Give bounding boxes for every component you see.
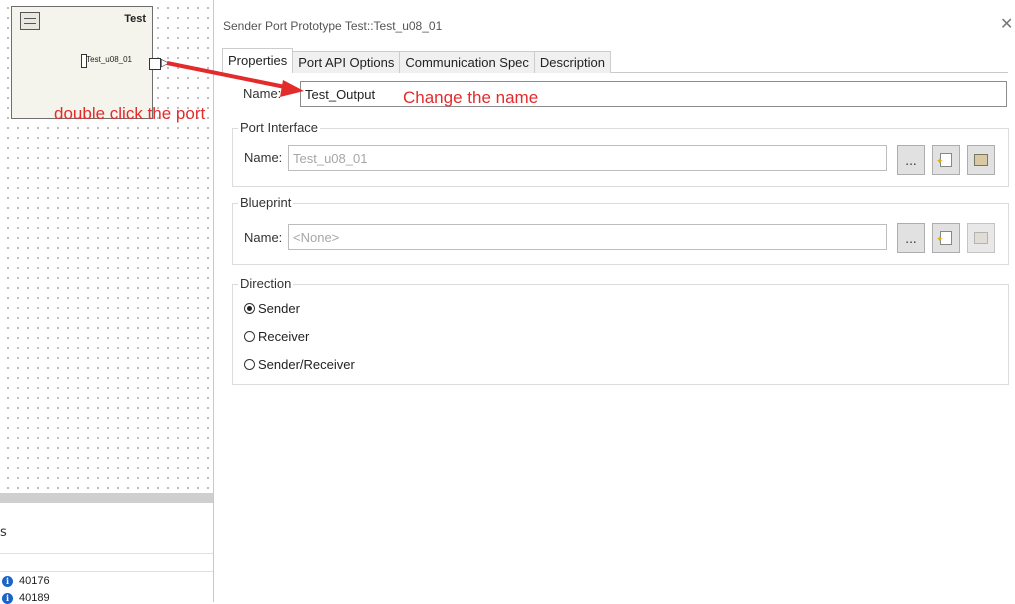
close-icon[interactable]: ✕ [1000,16,1015,32]
tab-description[interactable]: Description [533,51,611,73]
direction-group: Direction Sender Receiver Sender/Receive… [232,276,1009,385]
port-interface-title: Port Interface [238,120,321,135]
list-item[interactable]: i 40176 [2,575,50,587]
divider [0,571,213,572]
tab-communication-spec[interactable]: Communication Spec [399,51,535,73]
diagram-canvas[interactable]: Test Test_u08_01 ▷ double click the port [0,0,213,493]
radio-button[interactable] [244,303,255,314]
edit-interface-button[interactable] [967,145,995,175]
browse-blueprint-button[interactable]: ... [897,223,925,253]
list-item-value: 40176 [19,575,50,587]
tab-port-api-options[interactable]: Port API Options [292,51,401,73]
new-item-icon [936,225,952,255]
messages-panel-title: s [0,525,7,540]
component-icon [20,12,40,30]
list-item[interactable]: i 40189 [2,592,50,604]
port-direction-icon: ▷ [161,56,170,69]
new-blueprint-button[interactable] [932,223,960,255]
edit-item-icon [974,232,988,244]
annotation-double-click: double click the port [54,104,206,123]
browse-interface-button[interactable]: ... [897,145,925,175]
radio-button[interactable] [244,359,255,370]
radio-button[interactable] [244,331,255,342]
component-title: Test [124,13,146,25]
direction-title: Direction [238,276,294,291]
dialog-title: Sender Port Prototype Test::Test_u08_01 [223,19,443,33]
name-label: Name: [243,86,282,101]
list-item-value: 40189 [19,592,50,604]
blueprint-name-label: Name: [244,230,283,245]
new-interface-button[interactable] [932,145,960,177]
component-test[interactable]: Test Test_u08_01 ▷ [11,6,169,119]
dialog-titlebar: Sender Port Prototype Test::Test_u08_01 … [214,0,1015,44]
sender-port-dialog: Sender Port Prototype Test::Test_u08_01 … [213,0,1015,602]
radio-label: Sender [258,301,300,316]
radio-sender-receiver[interactable]: Sender/Receiver [244,357,355,372]
panel-splitter[interactable] [0,493,213,503]
port-test-u08-01[interactable] [149,58,161,70]
radio-label: Receiver [258,329,310,344]
messages-panel: s i 40176 i 40189 [0,503,213,604]
port-label: Test_u08_01 [86,55,132,64]
divider [0,553,213,554]
port-interface-name-label: Name: [244,150,283,165]
radio-label: Sender/Receiver [258,357,355,372]
port-interface-group: Port Interface Name: ... [232,120,1009,187]
blueprint-group: Blueprint Name: ... [232,195,1009,265]
edit-item-icon [974,154,988,166]
new-item-icon [936,147,952,177]
blueprint-title: Blueprint [238,195,294,210]
info-icon: i [2,575,13,587]
edit-blueprint-button [967,223,995,253]
radio-sender[interactable]: Sender [244,301,300,316]
tab-properties[interactable]: Properties [222,48,294,73]
tab-bar: Properties Port API Options Communicatio… [222,48,1008,73]
blueprint-name-field [288,224,887,250]
port-interface-name-field [288,145,887,171]
annotation-change-name: Change the name [403,88,539,107]
radio-receiver[interactable]: Receiver [244,329,309,344]
